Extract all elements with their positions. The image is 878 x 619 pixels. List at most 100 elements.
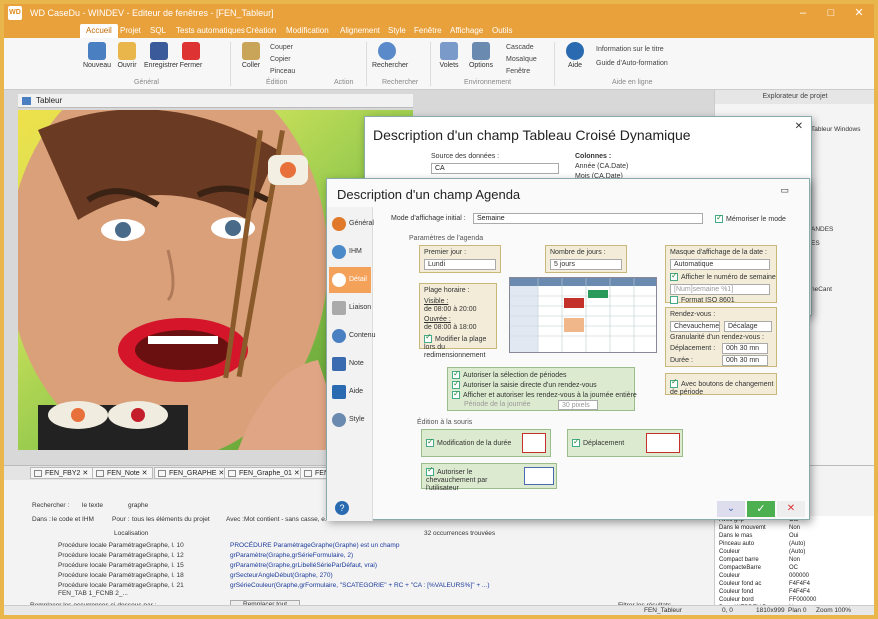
menu-affichage[interactable]: Affichage	[444, 24, 489, 38]
menu-modification[interactable]: Modification	[280, 24, 335, 38]
menu-accueil[interactable]: Accueil	[80, 24, 118, 38]
cascade-button[interactable]: Cascade	[506, 44, 534, 51]
cut-button[interactable]: Couper	[270, 44, 293, 51]
menu-outils[interactable]: Outils	[486, 24, 518, 38]
nav-ihm[interactable]: IHM	[329, 239, 371, 265]
resize-checkbox[interactable]: Modifier la plage lors du redimensionnem…	[424, 333, 496, 360]
cancel-button[interactable]: ✕	[777, 501, 805, 517]
property-row[interactable]: Compact barre Non	[719, 556, 869, 564]
property-row[interactable]: CompacteBarre OC	[719, 564, 869, 572]
property-row[interactable]: Dans le mouvemt Non	[719, 524, 869, 532]
property-row[interactable]: Couleur fond F4F4F4	[719, 588, 869, 596]
new-button[interactable]: Nouveau	[82, 40, 112, 76]
move-edit-checkbox[interactable]: Déplacement	[572, 437, 624, 447]
property-row[interactable]: Couleur fond ac F4F4F4	[719, 580, 869, 588]
property-row[interactable]: Couleur (Auto)	[719, 548, 869, 556]
offset-select[interactable]: Décalage	[724, 321, 772, 332]
result-code[interactable]: grParamètre(Graphe,grSérieFormulaire, 2)	[230, 552, 353, 559]
sel-checkbox[interactable]: Autoriser la sélection de périodes	[452, 369, 567, 379]
iso-checkbox[interactable]: Format ISO 8601	[670, 296, 735, 304]
ok-button[interactable]: ✓	[747, 501, 775, 517]
move-step-field[interactable]: 00h 30 mn	[722, 343, 768, 354]
nav-style[interactable]: Style	[329, 407, 371, 433]
menu-creation[interactable]: Création	[240, 24, 282, 38]
duration-edit-checkbox[interactable]: Modification de la durée	[426, 437, 511, 447]
memo-checkbox[interactable]: Mémoriser le mode	[715, 213, 786, 223]
nav-liaison[interactable]: Liaison	[329, 295, 371, 321]
search-scope[interactable]: le texte	[82, 502, 103, 509]
menu-projet[interactable]: Projet	[114, 24, 147, 38]
title-info-button[interactable]: Information sur le titre	[596, 46, 664, 53]
menu-sql[interactable]: SQL	[144, 24, 172, 38]
explorer-item[interactable]: ANDES	[811, 226, 833, 233]
result-row[interactable]: Procédure locale ParamétrageGraphe, l. 1…	[58, 562, 184, 569]
menu-tests[interactable]: Tests automatiques	[170, 24, 251, 38]
document-tab[interactable]: Tableur	[18, 94, 413, 108]
source-field[interactable]: CA	[431, 163, 559, 174]
property-row[interactable]: Couleur bord FF000000	[719, 596, 869, 604]
search-value[interactable]: graphe	[128, 502, 148, 509]
search-for[interactable]: tous les éléments du projet	[132, 516, 210, 523]
nav-detail[interactable]: Détail	[329, 267, 371, 293]
explorer-item[interactable]: ES	[811, 240, 820, 247]
date-mask-select[interactable]: Automatique	[670, 259, 770, 270]
pivot-close-icon[interactable]: ✕	[795, 121, 803, 132]
agenda-minimize-icon[interactable]: ▭	[780, 185, 789, 196]
file-tab[interactable]: FEN_Note ✕	[92, 467, 153, 479]
result-row[interactable]: Procédure locale ParamétrageGraphe, l. 2…	[58, 582, 184, 589]
nav-note[interactable]: Note	[329, 351, 371, 377]
result-code[interactable]: grSérieCouleur(Graphe,grFormulaire, "SCA…	[230, 582, 490, 589]
day-period-field[interactable]: 30 pixels	[558, 400, 598, 410]
file-tab[interactable]: FEN_Graphe_01 ✕	[224, 467, 305, 479]
self-training-button[interactable]: Guide d'Auto-formation	[596, 60, 668, 67]
search-where[interactable]: le code et IHM	[52, 516, 94, 523]
panes-button[interactable]: Volets	[434, 40, 464, 76]
duration-field[interactable]: 00h 30 mn	[722, 355, 768, 366]
result-code[interactable]: grSecteurAngleDébut(Graphe, 270)	[230, 572, 333, 579]
mode-select[interactable]: Semaine	[473, 213, 703, 224]
brush-button[interactable]: Pinceau	[270, 68, 295, 75]
result-row[interactable]: Procédure locale ParamétrageGraphe, l. 1…	[58, 552, 184, 559]
property-row[interactable]: Dans le mas Oui	[719, 532, 869, 540]
save-button[interactable]: Enregistrer	[144, 40, 178, 76]
result-code[interactable]: grParamètre(Graphe,grLibelléSérieParDéfa…	[230, 562, 377, 569]
result-row[interactable]: Procédure locale ParamétrageGraphe, l. 1…	[58, 572, 184, 579]
open-button[interactable]: Ouvrir	[112, 40, 142, 76]
tile-button[interactable]: Mosaïque	[506, 56, 537, 63]
nav-aide[interactable]: Aide	[329, 379, 371, 405]
help-button[interactable]: Aide	[560, 40, 590, 76]
search-button[interactable]: Rechercher	[372, 40, 408, 76]
maximize-button[interactable]: □	[818, 5, 844, 21]
nav-contenu[interactable]: Contenu	[329, 323, 375, 349]
period-buttons-checkbox[interactable]: Avec boutons de changement de période	[670, 378, 774, 397]
help-circle-icon[interactable]: ?	[335, 501, 349, 515]
overlap-edit-checkbox[interactable]: Autoriser le chevauchement par l'utilisa…	[426, 466, 522, 493]
search-with[interactable]: Mot contient - sans casse, e...	[244, 516, 330, 523]
close-button[interactable]: ✕	[846, 5, 872, 21]
explorer-item[interactable]: neCant	[811, 286, 832, 293]
allday-checkbox[interactable]: Afficher et autoriser les rendez-vous à …	[452, 389, 637, 399]
options-button[interactable]: Options	[466, 40, 496, 76]
week-num-checkbox[interactable]: Afficher le numéro de semaine	[670, 271, 776, 281]
minimize-button[interactable]: –	[790, 5, 816, 21]
result-row[interactable]: Procédure locale ParamétrageGraphe, l. 1…	[58, 542, 184, 549]
paste-button[interactable]: Coller	[236, 40, 266, 76]
file-tab[interactable]: FEN_FBY2 ✕	[30, 467, 94, 479]
work-range[interactable]: de 08:00 à 18:00	[424, 324, 477, 331]
overlap-select[interactable]: Chevauchement	[670, 321, 720, 332]
property-row[interactable]: Pinceau auto (Auto)	[719, 540, 869, 548]
column-item[interactable]: Année (CA.Date)	[575, 163, 628, 170]
nav-general[interactable]: Général	[329, 211, 374, 237]
explorer-item[interactable]: Tableur Windows	[811, 126, 861, 133]
file-tab[interactable]: FEN_GRAPHE ✕	[154, 467, 230, 479]
copy-button[interactable]: Copier	[270, 56, 291, 63]
close-doc-button[interactable]: Fermer	[176, 40, 206, 76]
window-button[interactable]: Fenêtre	[506, 68, 530, 75]
result-code[interactable]: PROCÉDURE ParamètrageGraphe(Graphe) est …	[230, 542, 399, 549]
result-row[interactable]: FEN_TAB 1_FCNB 2_...	[58, 590, 128, 597]
menu-fenetre[interactable]: Fenêtre	[408, 24, 448, 38]
property-row[interactable]: Couleur 000000	[719, 572, 869, 580]
week-mask-field[interactable]: [Num]semaine %1]	[670, 284, 770, 295]
nbdays-select[interactable]: 5 jours	[550, 259, 622, 270]
first-day-select[interactable]: Lundi	[424, 259, 496, 270]
